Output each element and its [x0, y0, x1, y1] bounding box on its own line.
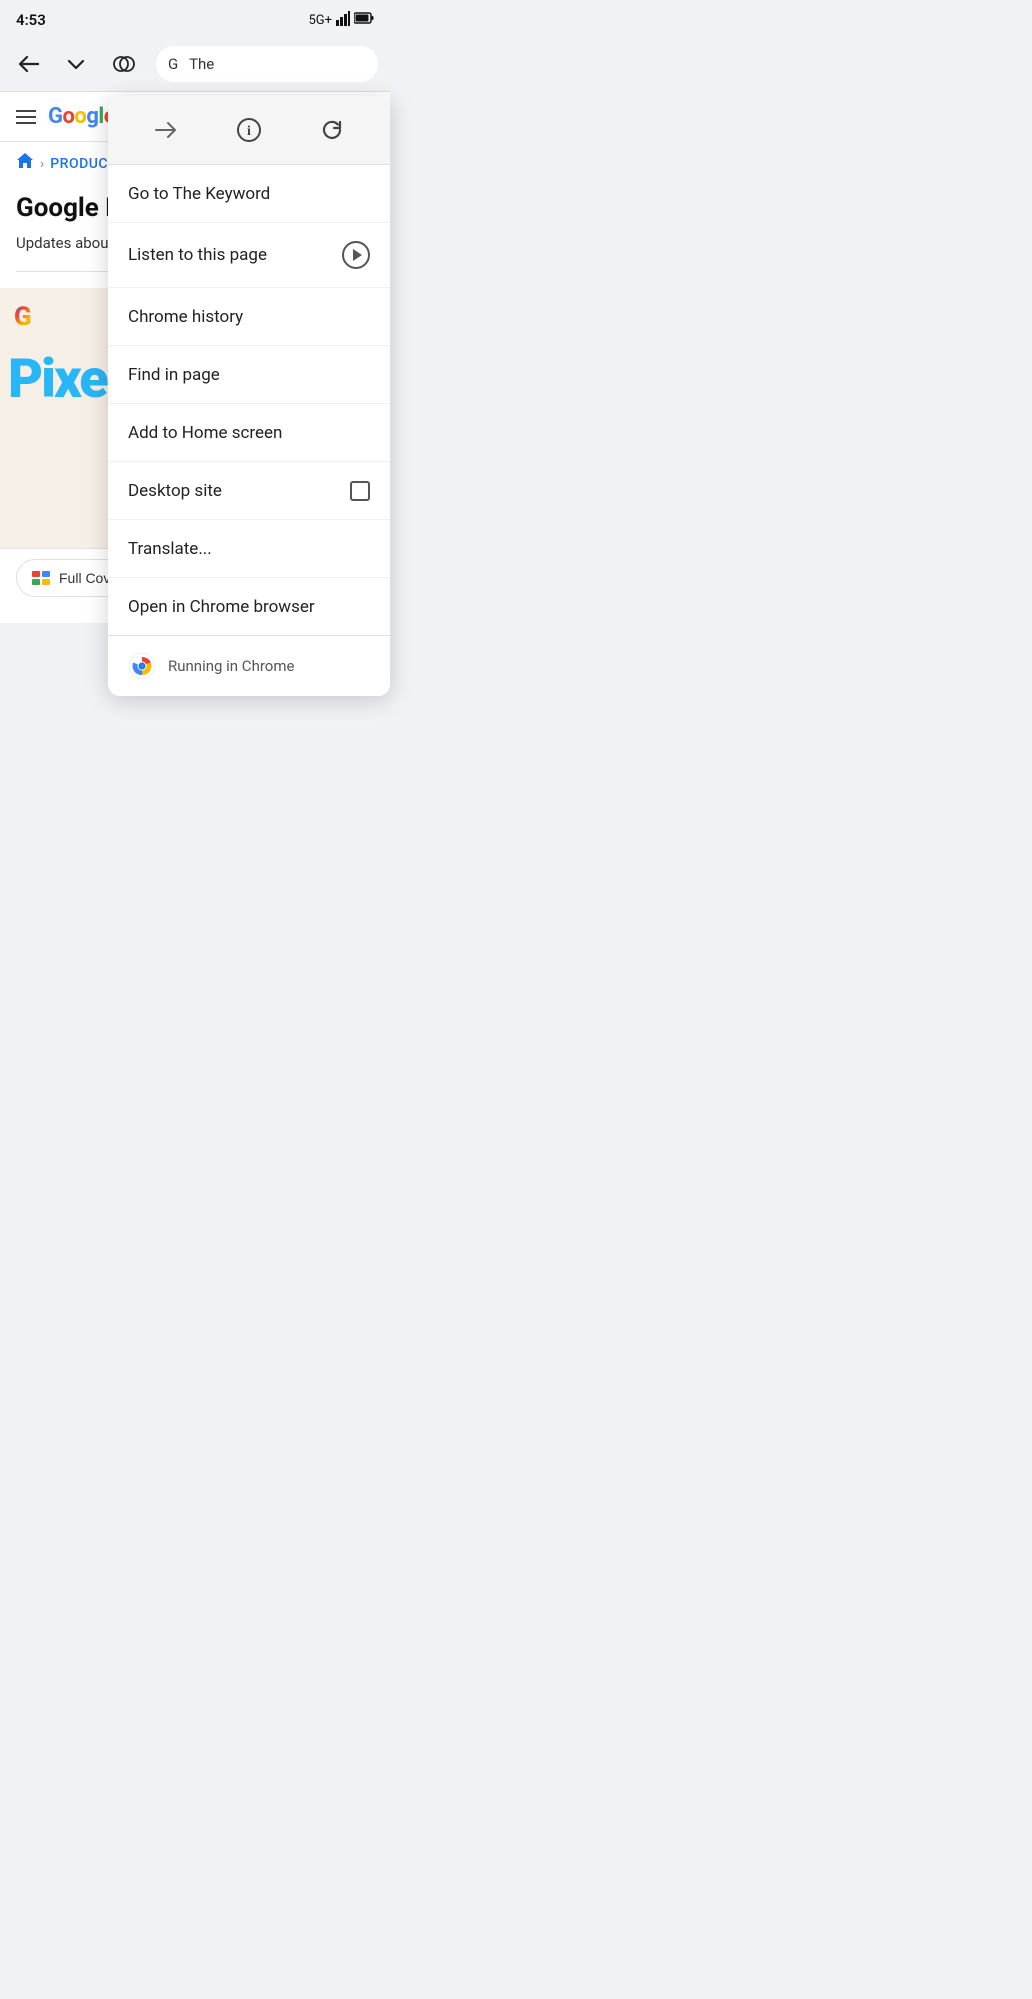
- menu-item-add-to-home[interactable]: Add to Home screen: [108, 404, 390, 462]
- chrome-history-label: Chrome history: [128, 307, 243, 327]
- google-logo: Google: [48, 104, 115, 129]
- menu-item-desktop-site[interactable]: Desktop site: [108, 462, 390, 520]
- reload-button[interactable]: [312, 110, 352, 150]
- svg-text:i: i: [247, 124, 251, 139]
- tabs-button[interactable]: [108, 48, 140, 80]
- full-coverage-icon: [31, 568, 51, 588]
- play-icon: [342, 241, 370, 269]
- breadcrumb-arrow: ›: [40, 156, 44, 172]
- signal-icon: [336, 10, 350, 30]
- dropdown-button[interactable]: [60, 48, 92, 80]
- add-to-home-label: Add to Home screen: [128, 423, 282, 443]
- desktop-site-checkbox[interactable]: [350, 481, 370, 501]
- listen-label: Listen to this page: [128, 245, 267, 265]
- status-bar: 4:53 5G+: [0, 0, 390, 36]
- status-icons: 5G+: [308, 10, 374, 30]
- find-in-page-label: Find in page: [128, 365, 220, 385]
- chrome-icon: [128, 652, 156, 680]
- menu-item-go-to-keyword[interactable]: Go to The Keyword: [108, 165, 390, 223]
- status-time: 4:53: [16, 11, 46, 29]
- desktop-site-label: Desktop site: [128, 481, 222, 501]
- context-menu: i Go to The Keyword Listen to this page …: [108, 96, 390, 696]
- menu-toolbar: i: [108, 96, 390, 165]
- play-triangle: [353, 249, 362, 261]
- back-button[interactable]: [12, 48, 44, 80]
- browser-nav: G The: [0, 36, 390, 92]
- translate-label: Translate...: [128, 539, 212, 559]
- g-logo-small: G: [14, 302, 32, 332]
- network-label: 5G+: [308, 13, 332, 28]
- menu-item-translate[interactable]: Translate...: [108, 520, 390, 578]
- running-in-chrome-label: Running in Chrome: [168, 657, 294, 675]
- info-button[interactable]: i: [229, 110, 269, 150]
- breadcrumb-label: PRODUC: [50, 156, 108, 172]
- menu-item-find-in-page[interactable]: Find in page: [108, 346, 390, 404]
- hamburger-menu[interactable]: [16, 110, 36, 124]
- menu-item-open-in-chrome[interactable]: Open in Chrome browser: [108, 578, 390, 636]
- url-bar[interactable]: G The: [156, 46, 378, 82]
- go-to-keyword-label: Go to The Keyword: [128, 184, 270, 204]
- battery-icon: [354, 11, 374, 29]
- menu-item-listen[interactable]: Listen to this page: [108, 223, 390, 288]
- open-in-chrome-label: Open in Chrome browser: [128, 597, 315, 617]
- url-text: G The: [168, 55, 214, 73]
- forward-button[interactable]: [146, 110, 186, 150]
- home-icon[interactable]: [16, 152, 34, 175]
- pixel-text-left: Pixel: [8, 349, 120, 412]
- running-in-chrome: Running in Chrome: [108, 636, 390, 696]
- menu-item-chrome-history[interactable]: Chrome history: [108, 288, 390, 346]
